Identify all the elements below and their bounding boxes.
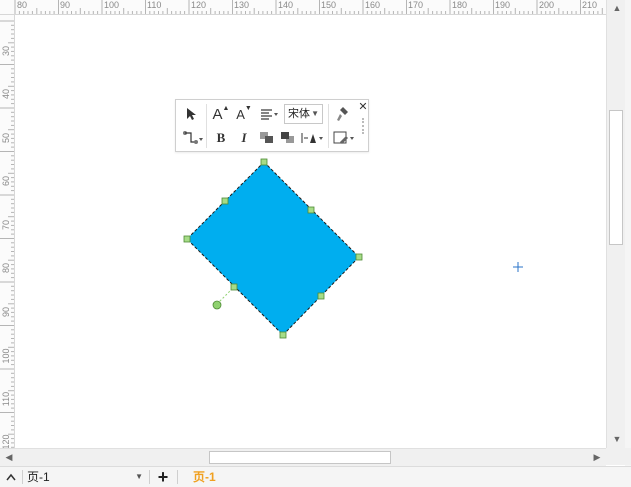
- diamond-shape[interactable]: [186, 161, 360, 336]
- shrink-font-button[interactable]: A ▼: [233, 104, 255, 124]
- resize-handle[interactable]: [183, 235, 191, 243]
- bring-front-icon: [260, 132, 273, 143]
- collapse-pages-button[interactable]: [4, 469, 18, 485]
- chevron-left-icon: ◀: [5, 452, 13, 462]
- resize-handle[interactable]: [355, 253, 363, 261]
- horizontal-scrollbar[interactable]: ◀ ▶: [0, 448, 606, 466]
- align-button[interactable]: [256, 104, 282, 124]
- format-painter-icon: [337, 107, 348, 121]
- resize-handle[interactable]: [317, 292, 325, 300]
- font-family-value: 宋体: [288, 108, 310, 120]
- resize-handle[interactable]: [230, 283, 238, 291]
- text-position-button[interactable]: [299, 128, 325, 148]
- grow-font-icon: A: [212, 105, 223, 123]
- close-toolbar-button[interactable]: ✕: [356, 100, 370, 113]
- bold-icon: B: [216, 130, 226, 145]
- connector-icon: [183, 131, 203, 144]
- chevron-down-icon: ▼: [612, 434, 622, 444]
- italic-button[interactable]: I: [233, 128, 255, 148]
- scroll-down-button[interactable]: ▼: [610, 432, 624, 446]
- shrink-font-icon: A: [236, 106, 245, 122]
- chevron-up-icon: [6, 473, 16, 481]
- bold-button[interactable]: B: [210, 128, 232, 148]
- add-page-button[interactable]: +: [155, 467, 171, 487]
- page-selector-value: 页-1: [27, 470, 50, 484]
- send-to-back-button[interactable]: [277, 128, 299, 148]
- page-selector-dropdown[interactable]: 页-1 ▼: [27, 469, 145, 485]
- down-triangle-icon: ▼: [244, 104, 252, 112]
- chevron-down-icon: ▼: [135, 472, 143, 481]
- bring-to-front-button[interactable]: [256, 128, 278, 148]
- rotation-handle[interactable]: [212, 300, 222, 310]
- vertical-scroll-thumb[interactable]: [609, 110, 623, 245]
- window-edge: [625, 0, 631, 466]
- page-tab-active[interactable]: 页-1: [193, 469, 216, 485]
- resize-handle[interactable]: [221, 197, 229, 205]
- resize-handle[interactable]: [279, 331, 287, 339]
- divider: [177, 470, 178, 484]
- connector-button[interactable]: [180, 128, 206, 148]
- plus-icon: +: [157, 467, 169, 487]
- toolbar-divider: [206, 104, 207, 148]
- resize-handle[interactable]: [307, 206, 315, 214]
- line-style-button[interactable]: [331, 128, 357, 148]
- send-back-icon: [281, 132, 294, 143]
- scroll-right-button[interactable]: ▶: [590, 450, 604, 464]
- text-position-icon: [301, 133, 323, 143]
- page-tabs-bar: 页-1 ▼ + 页-1: [0, 466, 631, 487]
- toolbar-divider: [328, 104, 329, 148]
- font-family-select[interactable]: 宋体 ▼: [284, 104, 323, 124]
- scrollbar-corner: [606, 448, 631, 465]
- scroll-up-button[interactable]: ▲: [610, 1, 624, 15]
- floating-format-toolbar: A ▲ A ▼ 宋体 ▼ ✕ B I: [175, 99, 369, 152]
- up-triangle-icon: ▲: [222, 104, 230, 112]
- chevron-right-icon: ▶: [593, 452, 601, 462]
- italic-icon: I: [241, 130, 247, 145]
- format-painter-button[interactable]: [331, 104, 353, 124]
- align-icon: [261, 109, 278, 120]
- pointer-tool-button[interactable]: [180, 104, 202, 124]
- divider: [149, 470, 150, 484]
- grow-font-button[interactable]: A ▲: [210, 104, 232, 124]
- vertical-scrollbar[interactable]: ▲ ▼: [606, 0, 626, 448]
- line-style-icon: [333, 131, 354, 144]
- horizontal-scroll-thumb[interactable]: [209, 451, 391, 464]
- close-icon: ✕: [358, 100, 368, 113]
- resize-handle[interactable]: [260, 158, 268, 166]
- chevron-down-icon: ▼: [311, 109, 319, 118]
- scroll-left-button[interactable]: ◀: [2, 450, 16, 464]
- toolbar-grip[interactable]: [362, 118, 366, 134]
- crosshair-cursor-icon: [513, 262, 523, 272]
- pointer-icon: [187, 108, 196, 120]
- divider: [22, 470, 23, 484]
- diagram-layer: [183, 158, 523, 339]
- chevron-up-icon: ▲: [612, 3, 622, 13]
